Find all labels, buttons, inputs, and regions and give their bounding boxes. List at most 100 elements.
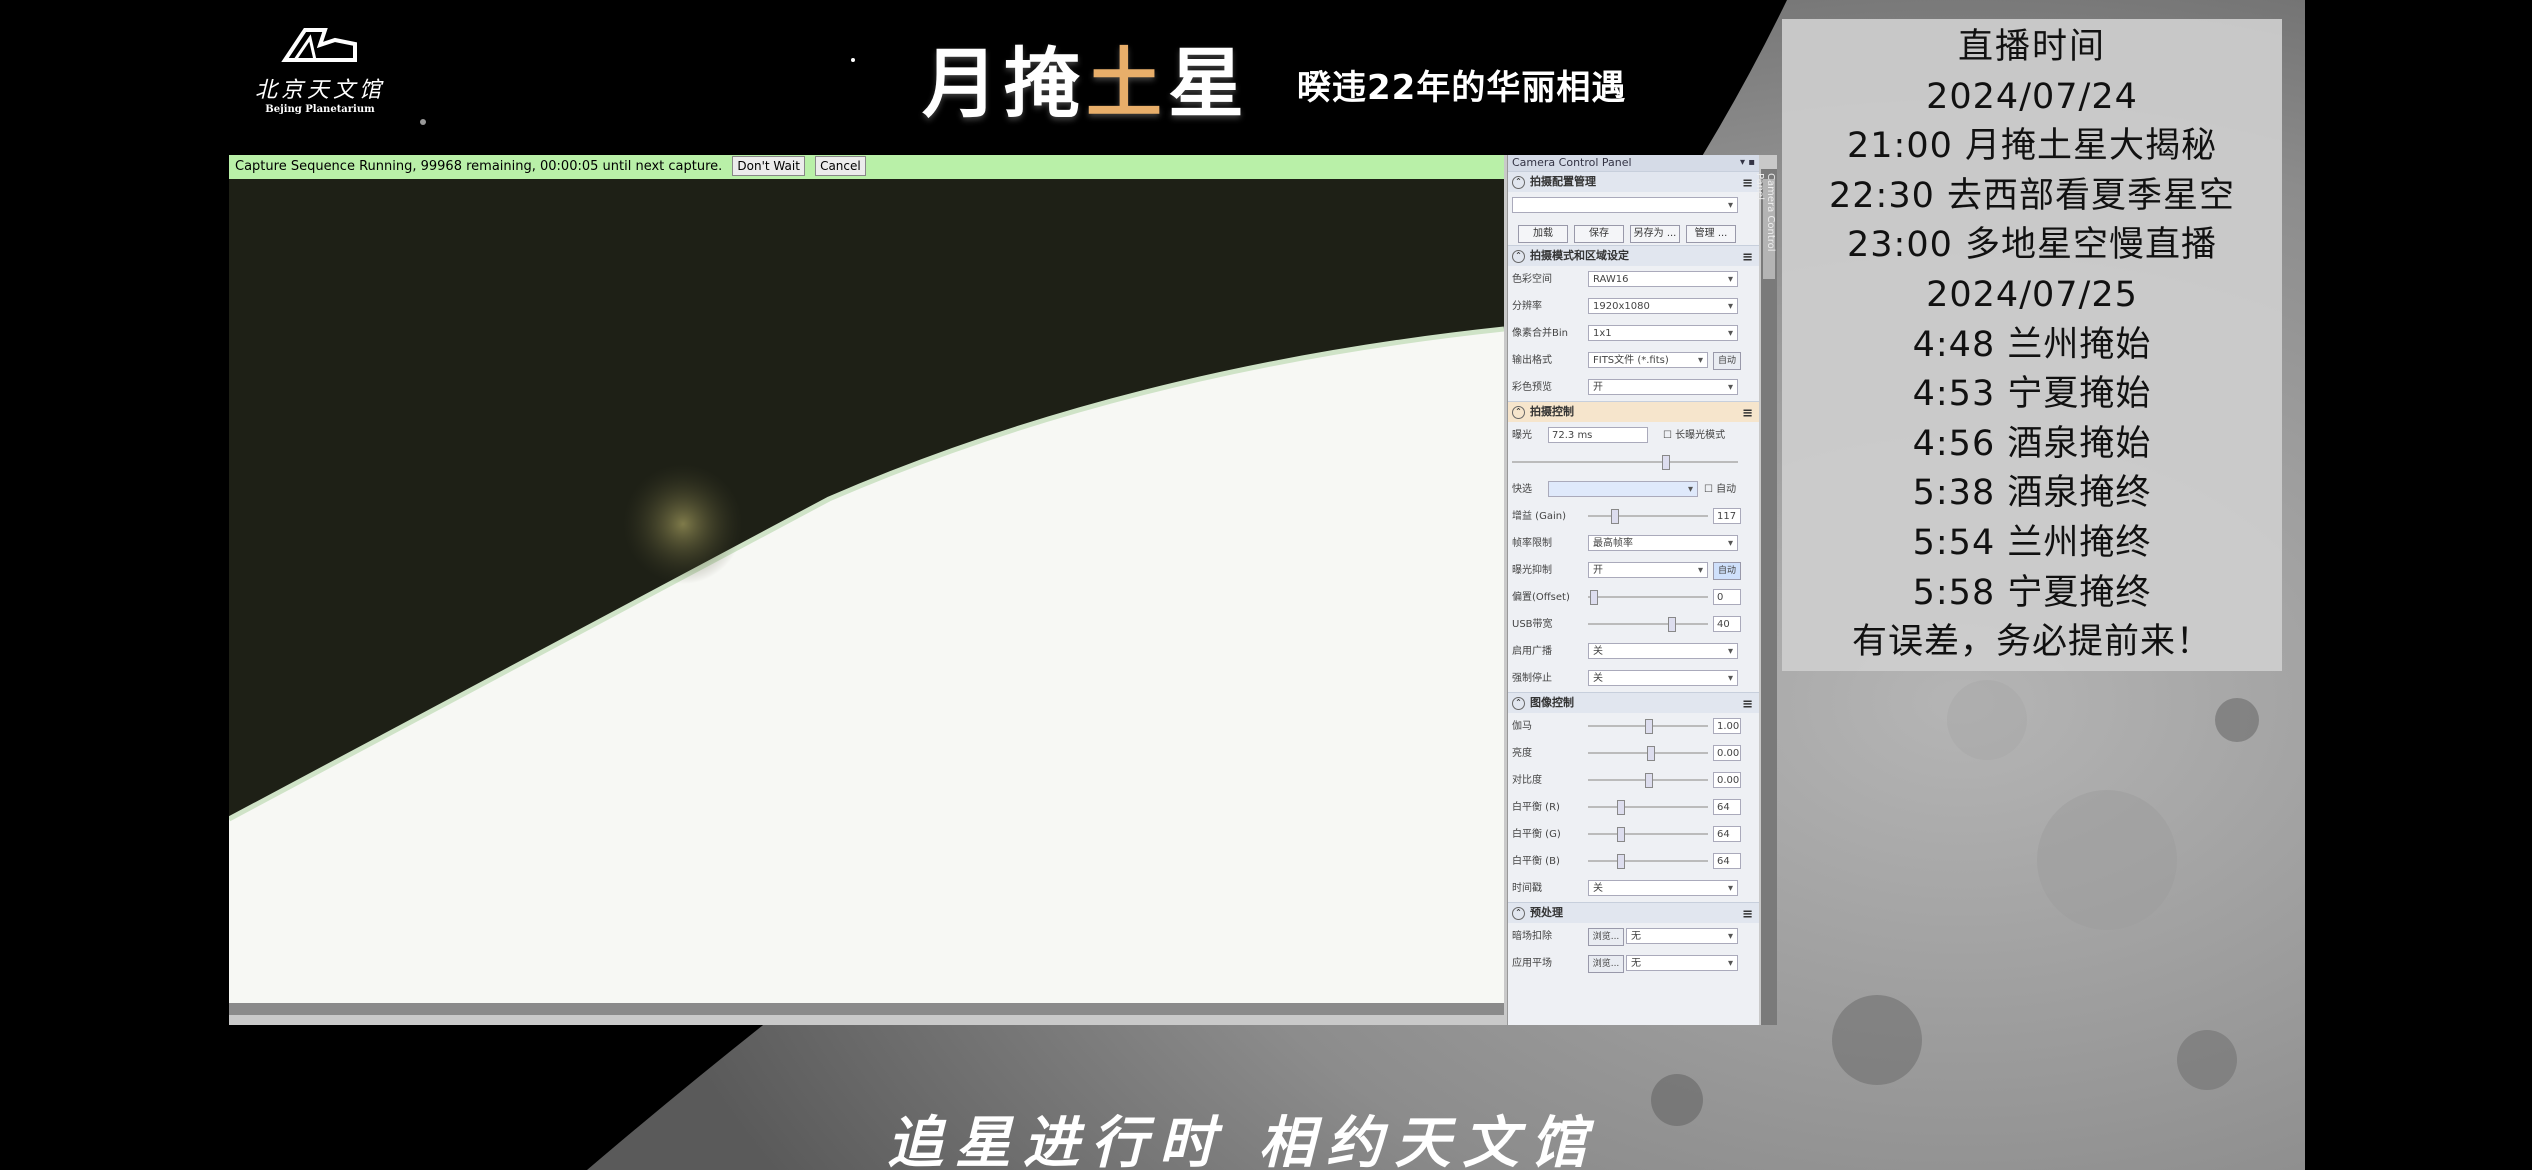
preprocess-row-select[interactable]: 无 xyxy=(1626,955,1738,972)
image-row-value[interactable]: 0.00 xyxy=(1713,772,1741,788)
image-row-slider[interactable] xyxy=(1588,746,1708,761)
mode-row-select[interactable]: RAW16 xyxy=(1588,271,1738,288)
collapse-chevron-icon[interactable]: ⌃ xyxy=(1512,250,1525,263)
section-image-label: 图像控制 xyxy=(1530,696,1574,709)
preprocess-browse-button[interactable]: 浏览... xyxy=(1588,955,1624,973)
image-row-value[interactable]: 0.00 xyxy=(1713,745,1741,761)
collapse-chevron-icon[interactable]: ⌃ xyxy=(1512,176,1525,189)
camera-preview xyxy=(229,179,1504,1015)
profile-manage-button[interactable]: 管理 ... xyxy=(1686,225,1736,243)
image-row-value[interactable]: 64 xyxy=(1713,853,1741,869)
capture-row-value[interactable]: 40 xyxy=(1713,616,1741,632)
exposure-coarse-slider[interactable] xyxy=(1512,455,1738,470)
slider-knob[interactable] xyxy=(1610,509,1619,524)
preprocess-row-label: 应用平场 xyxy=(1512,958,1552,969)
camera-panel-vertical-tab[interactable]: Camera Control Panel xyxy=(1754,173,1776,263)
section-profile[interactable]: ⌃ 拍摄配置管理 ≡ xyxy=(1508,171,1759,192)
capture-row-label: 曝光抑制 xyxy=(1512,565,1552,576)
timestamp-row: 时间戳 关 xyxy=(1508,875,1759,902)
capture-row-select[interactable]: 开 xyxy=(1588,562,1708,579)
image-row-label: 对比度 xyxy=(1512,775,1542,786)
capture-row-select[interactable]: 最高帧率 xyxy=(1588,535,1738,552)
timestamp-select[interactable]: 关 xyxy=(1588,880,1738,897)
image-row-value[interactable]: 1.00 xyxy=(1713,718,1741,734)
mode-row-select[interactable]: FITS文件 (*.fits) xyxy=(1588,352,1708,369)
preprocess-browse-button[interactable]: 浏览... xyxy=(1588,928,1624,946)
slider-knob[interactable] xyxy=(1662,455,1670,470)
image-row: 对比度 0.00 xyxy=(1508,767,1759,794)
capture-row-label: 强制停止 xyxy=(1512,673,1552,684)
mode-row-select[interactable]: 开 xyxy=(1588,379,1738,396)
mode-row-label: 输出格式 xyxy=(1512,355,1552,366)
preview-horizontal-scrollbar[interactable] xyxy=(229,1003,1504,1015)
profile-select[interactable] xyxy=(1512,197,1738,214)
camera-panel-title-text: Camera Control Panel xyxy=(1512,156,1632,169)
mode-rows: 色彩空间 RAW16 分辨率 1920x1080 像素合并Bin 1x1 输出格式 FITS文… xyxy=(1508,266,1759,401)
cancel-button[interactable]: Cancel xyxy=(815,156,866,176)
capture-row-slider[interactable] xyxy=(1588,617,1708,632)
image-row-value[interactable]: 64 xyxy=(1713,799,1741,815)
slider-knob[interactable] xyxy=(1667,617,1676,632)
capture-row-select[interactable]: 关 xyxy=(1588,670,1738,687)
slider-knob[interactable] xyxy=(1590,590,1599,605)
preprocess-row-select[interactable]: 无 xyxy=(1626,928,1738,945)
image-row-slider[interactable] xyxy=(1588,827,1708,842)
capture-row: USB带宽 40 xyxy=(1508,611,1759,638)
slider-knob[interactable] xyxy=(1645,773,1653,788)
image-row-value[interactable]: 64 xyxy=(1713,826,1741,842)
collapse-chevron-icon[interactable]: ⌃ xyxy=(1512,697,1525,710)
image-row-slider[interactable] xyxy=(1588,719,1708,734)
profile-buttons: 加载 保存 另存为 ... 管理 ... xyxy=(1508,219,1759,245)
panel-pin-close-icon[interactable]: ▾ ▪ xyxy=(1740,155,1755,171)
capture-row-value[interactable]: 0 xyxy=(1713,589,1741,605)
capture-row-slider[interactable] xyxy=(1588,590,1708,605)
quick-auto-checkbox[interactable]: ☐ 自动 xyxy=(1704,476,1736,503)
schedule-line: 4:56 酒泉掩始 xyxy=(1912,423,2152,464)
image-row: 白平衡 (B) 64 xyxy=(1508,848,1759,875)
section-mode[interactable]: ⌃ 拍摄模式和区域设定 ≡ xyxy=(1508,245,1759,266)
exposure-input[interactable]: 72.3 ms xyxy=(1548,427,1648,443)
dont-wait-button[interactable]: Don't Wait xyxy=(732,156,805,176)
section-menu-icon[interactable]: ≡ xyxy=(1742,248,1753,268)
camera-control-panel: Camera Control Panel ▾ ▪ ⌃ 拍摄配置管理 ≡ 加载 保存 另… xyxy=(1507,155,1759,1025)
image-row-slider[interactable] xyxy=(1588,854,1708,869)
profile-load-button[interactable]: 加载 xyxy=(1518,225,1568,243)
profile-save-button[interactable]: 保存 xyxy=(1574,225,1624,243)
slider-knob[interactable] xyxy=(1616,854,1625,869)
panel-vertical-scrollbar[interactable] xyxy=(1761,169,1777,1025)
mode-row-select[interactable]: 1920x1080 xyxy=(1588,298,1738,315)
capture-row-select[interactable]: 关 xyxy=(1588,643,1738,660)
quick-select-label: 快选 xyxy=(1512,484,1532,495)
section-image[interactable]: ⌃ 图像控制 ≡ xyxy=(1508,692,1759,713)
capture-row: 曝光抑制 开自动 xyxy=(1508,557,1759,584)
slider-knob[interactable] xyxy=(1645,719,1653,734)
slider-knob[interactable] xyxy=(1616,827,1625,842)
image-row-slider[interactable] xyxy=(1588,800,1708,815)
capture-row-value[interactable]: 117 xyxy=(1713,508,1741,524)
image-row-slider[interactable] xyxy=(1588,773,1708,788)
section-menu-icon[interactable]: ≡ xyxy=(1742,174,1753,194)
capture-row: 启用广播 关 xyxy=(1508,638,1759,665)
image-row-label: 伽马 xyxy=(1512,721,1532,732)
slider-knob[interactable] xyxy=(1647,746,1656,761)
logo-english-text: Bejing Planetarium xyxy=(265,104,375,115)
long-exposure-checkbox[interactable]: ☐ 长曝光模式 xyxy=(1663,422,1725,449)
mode-row-select[interactable]: 1x1 xyxy=(1588,325,1738,342)
beijing-planetarium-logo: 北京天文馆 Bejing Planetarium xyxy=(245,20,395,115)
collapse-chevron-icon[interactable]: ⌃ xyxy=(1512,406,1525,419)
profile-save-as-button[interactable]: 另存为 ... xyxy=(1630,225,1680,243)
title-part-1: 月掩 xyxy=(922,39,1086,128)
section-menu-icon[interactable]: ≡ xyxy=(1742,404,1753,424)
mode-row-label: 彩色预览 xyxy=(1512,382,1552,393)
slider-knob[interactable] xyxy=(1616,800,1625,815)
mode-row-auto-button[interactable]: 自动 xyxy=(1713,352,1741,370)
image-row-label: 亮度 xyxy=(1512,748,1532,759)
section-menu-icon[interactable]: ≡ xyxy=(1742,905,1753,925)
section-preprocess[interactable]: ⌃ 预处理 ≡ xyxy=(1508,902,1759,923)
section-capture[interactable]: ⌃ 拍摄控制 ≡ xyxy=(1508,401,1759,422)
capture-row-auto-button[interactable]: 自动 xyxy=(1713,562,1741,580)
capture-row-slider[interactable] xyxy=(1588,509,1708,524)
section-menu-icon[interactable]: ≡ xyxy=(1742,695,1753,715)
quick-select-dropdown[interactable] xyxy=(1548,481,1698,498)
collapse-chevron-icon[interactable]: ⌃ xyxy=(1512,907,1525,920)
